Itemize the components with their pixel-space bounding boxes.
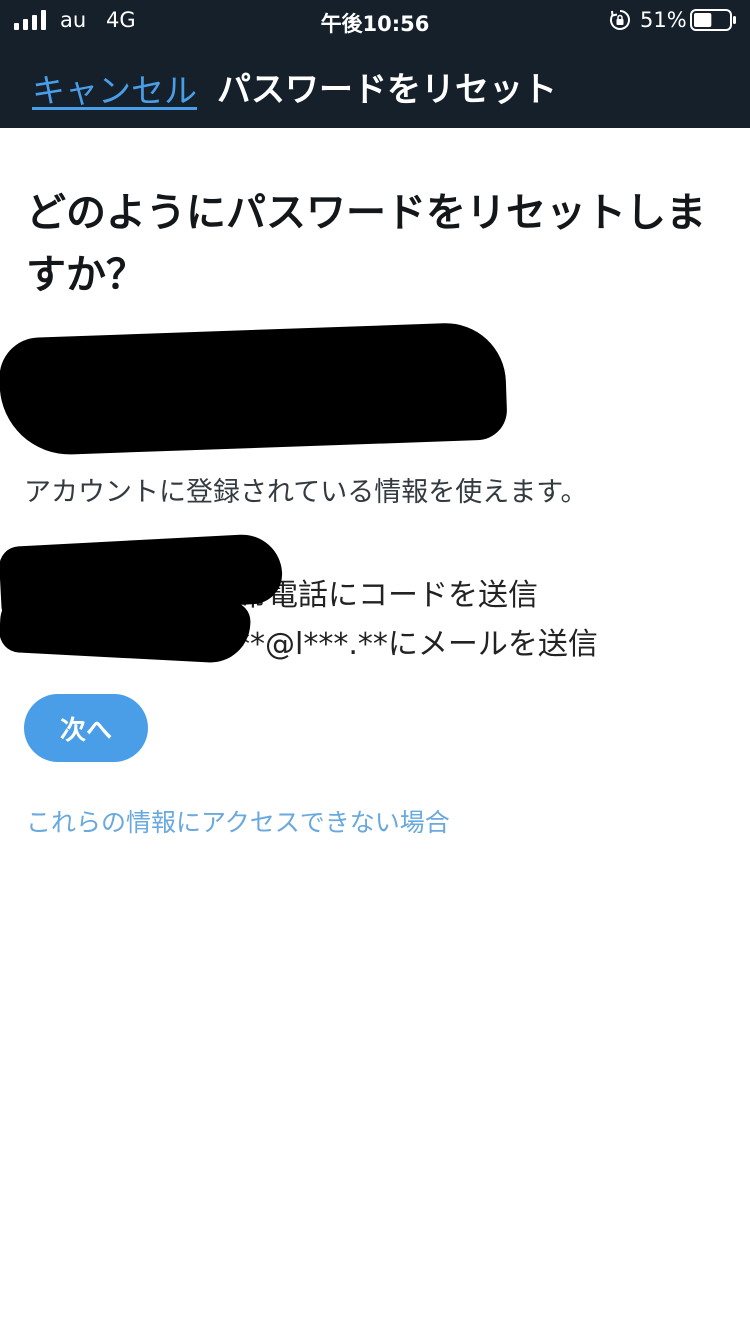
option-email-label: **@l***.**にメールを送信: [235, 627, 598, 662]
question-heading: どのようにパスワードをリセットしますか？: [26, 190, 706, 298]
battery-percent: 51%: [640, 8, 687, 32]
redacted-contact-info: [0, 589, 252, 665]
avatar: [24, 346, 120, 442]
status-bar: au 4G 午後10:56 51%: [0, 0, 750, 42]
cancel-button[interactable]: キャンセル: [32, 64, 197, 112]
header: au 4G 午後10:56 51% キャンセル パスワードをリセット: [0, 0, 750, 128]
nav-bar: キャンセル パスワードをリセット: [0, 42, 750, 128]
page-title: パスワードをリセット: [217, 70, 557, 110]
no-access-link[interactable]: これらの情報にアクセスできない場合: [26, 803, 450, 839]
battery-icon: [690, 9, 736, 31]
orientation-lock-icon: [610, 10, 630, 30]
next-button[interactable]: 次へ: [24, 694, 148, 762]
status-time: 午後10:56: [320, 12, 430, 36]
description-text: アカウントに登録されている情報を使えます。: [24, 477, 588, 508]
